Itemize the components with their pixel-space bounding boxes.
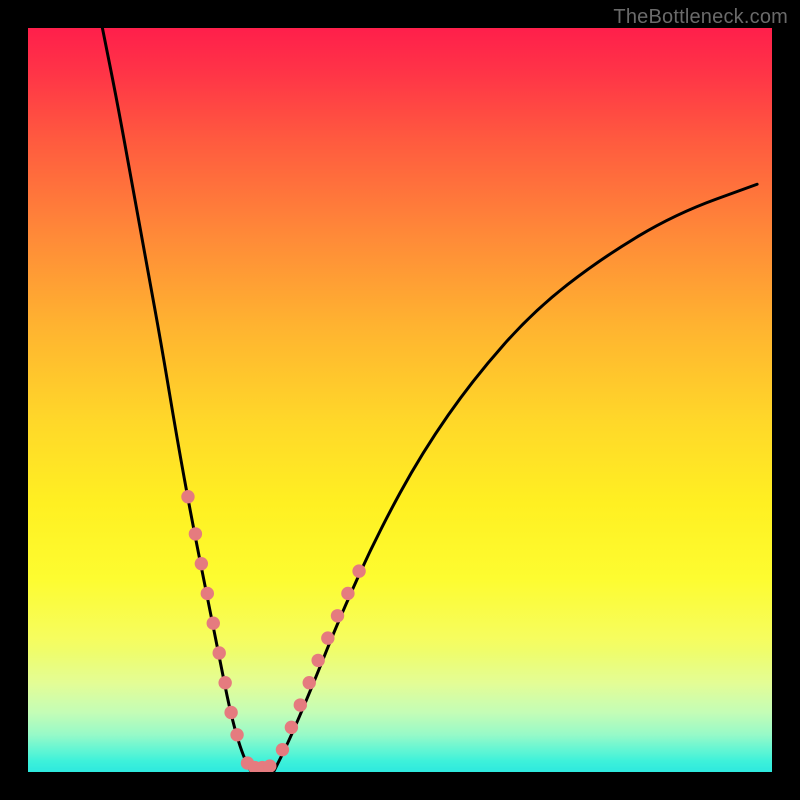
- right-beads-dot: [303, 676, 316, 689]
- left-beads-dot: [224, 706, 237, 719]
- marker-group: [181, 490, 366, 772]
- right-beads-dot: [321, 631, 334, 644]
- right-beads-dot: [285, 721, 298, 734]
- right-beads-dot: [341, 587, 354, 600]
- left-beads-dot: [189, 527, 202, 540]
- watermark-text: TheBottleneck.com: [613, 6, 788, 29]
- right-beads-dot: [352, 564, 365, 577]
- plot-area: [28, 28, 772, 772]
- left-beads-dot: [195, 557, 208, 570]
- right-beads-dot: [276, 743, 289, 756]
- left-beads-dot: [230, 728, 243, 741]
- left-beads-dot: [218, 676, 231, 689]
- right-beads-dot: [331, 609, 344, 622]
- left-beads-dot: [201, 587, 214, 600]
- right-beads-dot: [294, 698, 307, 711]
- marker-layer: [28, 28, 772, 772]
- left-beads-dot: [213, 646, 226, 659]
- floor-beads-dot: [263, 759, 276, 772]
- left-beads-dot: [181, 490, 194, 503]
- chart-frame: TheBottleneck.com: [0, 0, 800, 800]
- left-beads-dot: [207, 617, 220, 630]
- right-beads-dot: [311, 654, 324, 667]
